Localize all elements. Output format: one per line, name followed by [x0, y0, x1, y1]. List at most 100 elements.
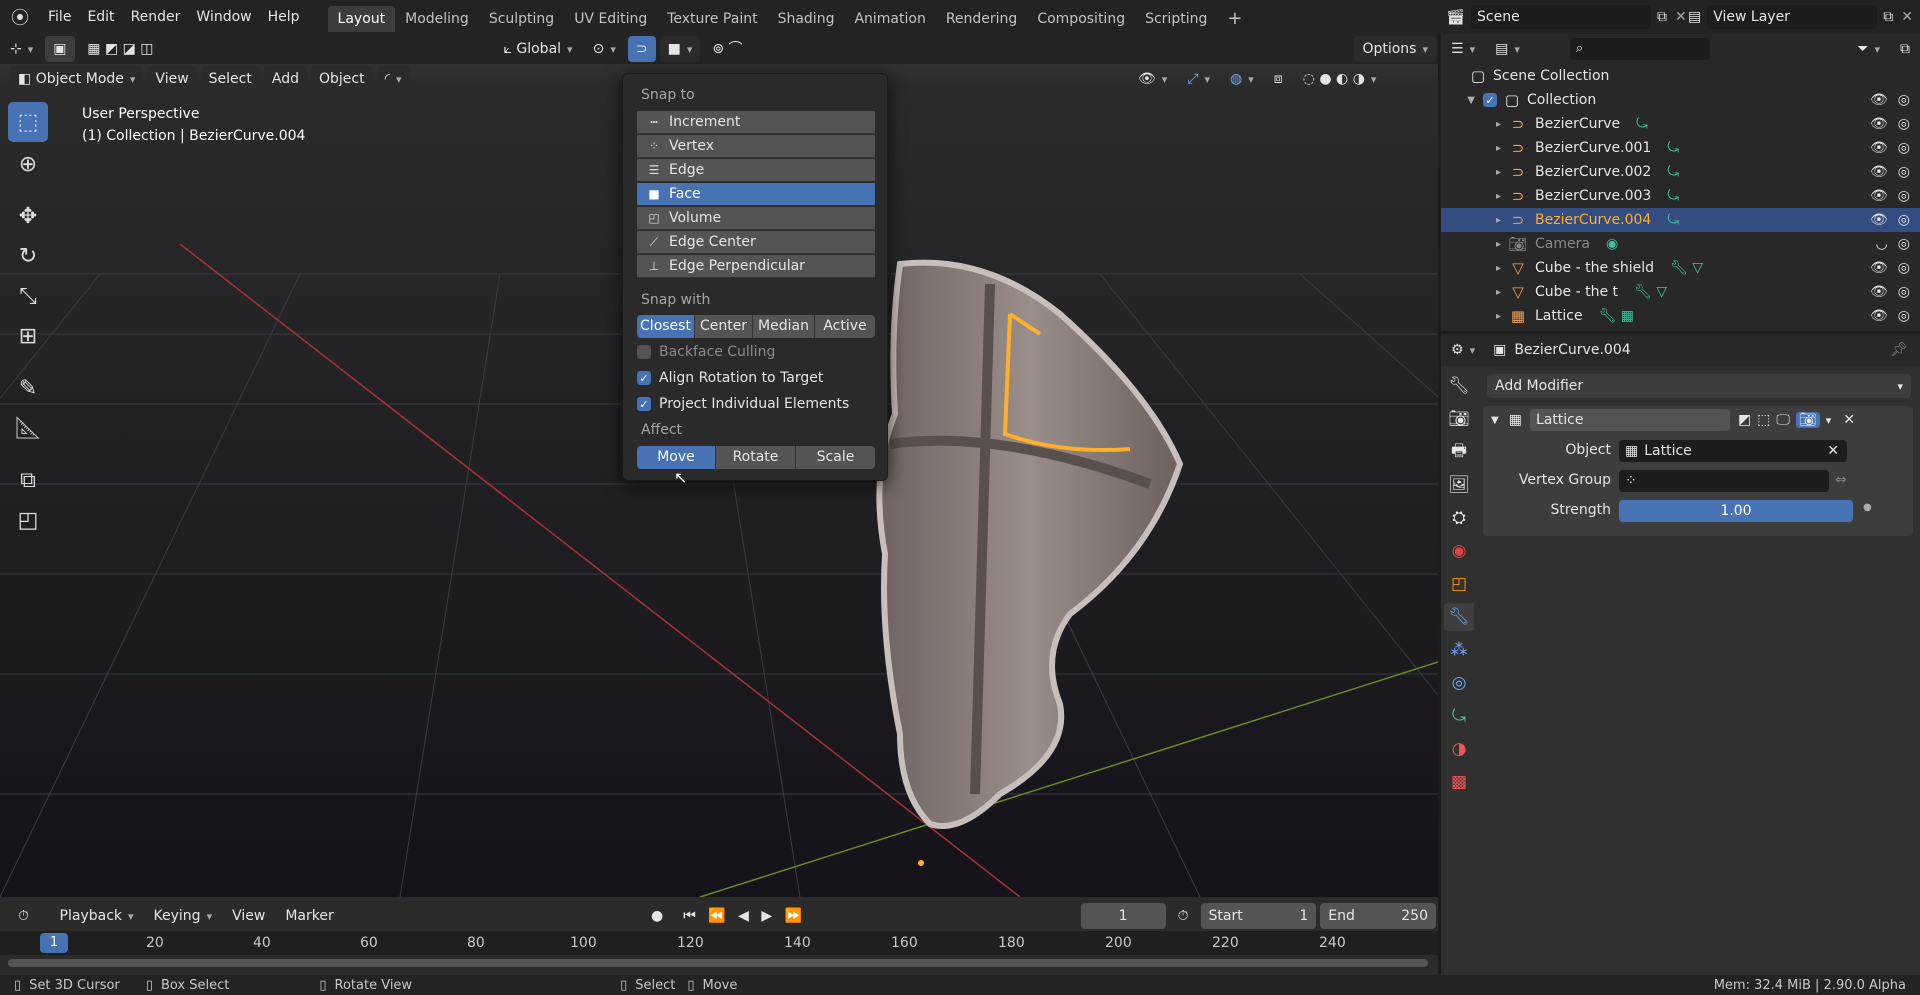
menu-render[interactable]: Render [123, 0, 189, 34]
scene-tab-icon[interactable]: ⛭ [1444, 504, 1474, 532]
timeline-scrollbar[interactable] [8, 959, 1428, 967]
properties-editor-icon[interactable]: ⚙︎ [1443, 337, 1483, 363]
camera-render-icon[interactable]: ◎ [1898, 92, 1910, 108]
new-view-layer-icon[interactable]: ⧉ [1883, 9, 1893, 25]
eye-icon[interactable]: 👁︎ [1870, 116, 1888, 132]
camera-render-icon[interactable]: ◎ [1898, 164, 1910, 180]
snap-with-closest[interactable]: Closest [637, 315, 695, 338]
new-collection-icon[interactable]: ⧉ [1892, 36, 1918, 62]
tab-scripting[interactable]: Scripting [1135, 6, 1217, 32]
modifier-tab-icon[interactable]: 🔧︎ [1444, 603, 1474, 631]
display-options-icon[interactable]: ◜ [376, 66, 410, 92]
data-link-icon[interactable]: ⤿ [1667, 164, 1679, 180]
data-link-icon[interactable]: ⤿ [1667, 188, 1679, 204]
align-rotation-checkbox[interactable]: ✓ Align Rotation to Target [637, 368, 823, 388]
cage-icon[interactable]: ⬚ [1757, 412, 1770, 428]
menu-file[interactable]: File [40, 0, 79, 34]
expand-arrow-icon[interactable]: ▸ [1441, 143, 1501, 154]
shading-modes-icon[interactable]: ◌ ● ◐ ◑ [1295, 66, 1385, 92]
snap-vertex-option[interactable]: ⁘ Vertex [637, 135, 875, 158]
timeline-editor-icon[interactable]: ⏱︎ [10, 903, 48, 929]
camera-render-icon[interactable]: ◎ [1898, 236, 1910, 252]
transform-orientation[interactable]: ⟀ Global [496, 36, 581, 62]
delete-scene-icon[interactable]: ✕ [1675, 9, 1687, 25]
editor-type-icon[interactable]: ⊹ [2, 36, 41, 62]
data-link-icon[interactable]: 🔧︎ ▦ [1599, 308, 1634, 324]
gizmo-icon[interactable]: ⤢ [1179, 66, 1218, 92]
tab-rendering[interactable]: Rendering [936, 6, 1028, 32]
expand-arrow-icon[interactable]: ▸ [1441, 311, 1501, 322]
filter-icon[interactable]: ⏷ [1849, 36, 1888, 62]
edit-mode-icon[interactable]: ◩ [1738, 412, 1751, 428]
move-tool-icon[interactable]: ✥ [8, 196, 48, 236]
affect-move[interactable]: Move [637, 446, 716, 469]
snap-element-icon[interactable]: ■ [659, 36, 701, 62]
eye-icon[interactable]: 👁︎ [1870, 260, 1888, 276]
record-icon[interactable]: ● [643, 903, 672, 929]
eye-icon[interactable]: 👁︎ [1870, 308, 1888, 324]
expand-icon[interactable]: ▼ [1441, 95, 1475, 106]
eye-icon[interactable]: 👁︎ [1870, 188, 1888, 204]
timeline-view-menu[interactable]: View [224, 903, 273, 929]
snap-toggle-icon[interactable]: ⊃ [627, 36, 656, 62]
strength-slider[interactable]: 1.00 [1619, 500, 1853, 522]
snap-with-active[interactable]: Active [815, 315, 875, 338]
expand-arrow-icon[interactable]: ▸ [1441, 167, 1501, 178]
collapse-icon[interactable]: ▼ [1491, 415, 1499, 426]
snap-face-option[interactable]: ■ Face [637, 183, 875, 206]
add-menu[interactable]: Add [263, 66, 307, 92]
camera-render-icon[interactable]: ◎ [1898, 188, 1910, 204]
data-link-icon[interactable]: ⤿ [1667, 212, 1679, 228]
menu-edit[interactable]: Edit [79, 0, 122, 34]
expand-arrow-icon[interactable]: ▸ [1441, 263, 1501, 274]
affect-rotate[interactable]: Rotate [716, 446, 796, 469]
curve-data-tab-icon[interactable]: ⤿ [1444, 702, 1474, 730]
viewport-display-icon[interactable]: 🖵︎ [1776, 412, 1790, 428]
eye-icon[interactable]: 👁︎ [1870, 164, 1888, 180]
add-cube-tool-icon[interactable]: ⧉ [8, 460, 48, 500]
tool-tab-icon[interactable]: 🔧︎ [1444, 372, 1474, 400]
eye-icon[interactable]: ◡ [1876, 236, 1888, 252]
add-modifier-button[interactable]: Add Modifier ▾ [1487, 374, 1911, 398]
measure-tool-icon[interactable]: 📐︎ [8, 408, 48, 448]
current-frame-field[interactable]: 1 [1080, 903, 1166, 929]
scene-selector[interactable]: 🎬︎ Scene ⧉ ✕ [1446, 3, 1687, 31]
outliner-row[interactable]: ▸ ⊃ BezierCurve.004 ⤿ 👁︎ ◎ [1441, 208, 1920, 232]
object-tab-icon[interactable]: ◰ [1444, 570, 1474, 598]
select-tool-icon[interactable]: ⬚ [8, 102, 48, 142]
tab-texture-paint[interactable]: Texture Paint [657, 6, 767, 32]
snap-increment-option[interactable]: ┅ Increment [637, 111, 875, 134]
selection-modes-icon[interactable]: ▦ ◩ ◪ ◫ [79, 36, 161, 62]
world-tab-icon[interactable]: ◉ [1444, 537, 1474, 565]
vertex-group-field[interactable]: ⁘ [1619, 470, 1829, 492]
scene-collection-row[interactable]: ▢ Scene Collection [1441, 64, 1920, 88]
outliner-editor-icon[interactable]: ☰ [1443, 36, 1483, 62]
expand-arrow-icon[interactable]: ▸ [1441, 215, 1501, 226]
particles-tab-icon[interactable]: ⁂ [1444, 636, 1474, 664]
snap-edge-center-option[interactable]: ⟋ Edge Center [637, 231, 875, 254]
eye-icon[interactable]: 👁︎ [1870, 212, 1888, 228]
transform-tool-icon[interactable]: ⊞ [8, 316, 48, 356]
select-box-icon[interactable]: ▣ [45, 36, 76, 62]
view-layer-selector[interactable]: ▤ View Layer ⧉ ✕ [1688, 3, 1913, 31]
delete-view-layer-icon[interactable]: ✕ [1901, 9, 1913, 25]
extra-tool-icon[interactable]: ◰ [8, 500, 48, 540]
select-menu[interactable]: Select [200, 66, 260, 92]
material-tab-icon[interactable]: ◑ [1444, 735, 1474, 763]
preview-range-icon[interactable]: ⏱︎ [1170, 903, 1197, 929]
outliner-row[interactable]: ▸ ⊃ BezierCurve.001 ⤿ 👁︎ ◎ [1441, 136, 1920, 160]
tab-sculpting[interactable]: Sculpting [479, 6, 564, 32]
snap-with-median[interactable]: Median [753, 315, 815, 338]
proportional-editing-icon[interactable]: ⊚ ⌒ [704, 36, 750, 62]
mode-selector[interactable]: ◧ Object Mode [10, 66, 144, 92]
view-menu[interactable]: View [147, 66, 197, 92]
tab-compositing[interactable]: Compositing [1027, 6, 1135, 32]
outliner-row[interactable]: ▸ ▦ Lattice 🔧︎ ▦ 👁︎ ◎ [1441, 304, 1920, 328]
display-mode-icon[interactable]: ▤ [1487, 36, 1528, 62]
pivot-point-icon[interactable]: ⊙ [585, 36, 624, 62]
keying-menu[interactable]: Keying [145, 903, 221, 929]
outliner-row[interactable]: ▸ 📷︎ Camera ◉ ◡ ◎ [1441, 232, 1920, 256]
output-tab-icon[interactable]: 🖶︎ [1444, 438, 1474, 466]
expand-arrow-icon[interactable]: ▸ [1441, 191, 1501, 202]
keyframe-dot-icon[interactable]: ● [1863, 502, 1872, 513]
